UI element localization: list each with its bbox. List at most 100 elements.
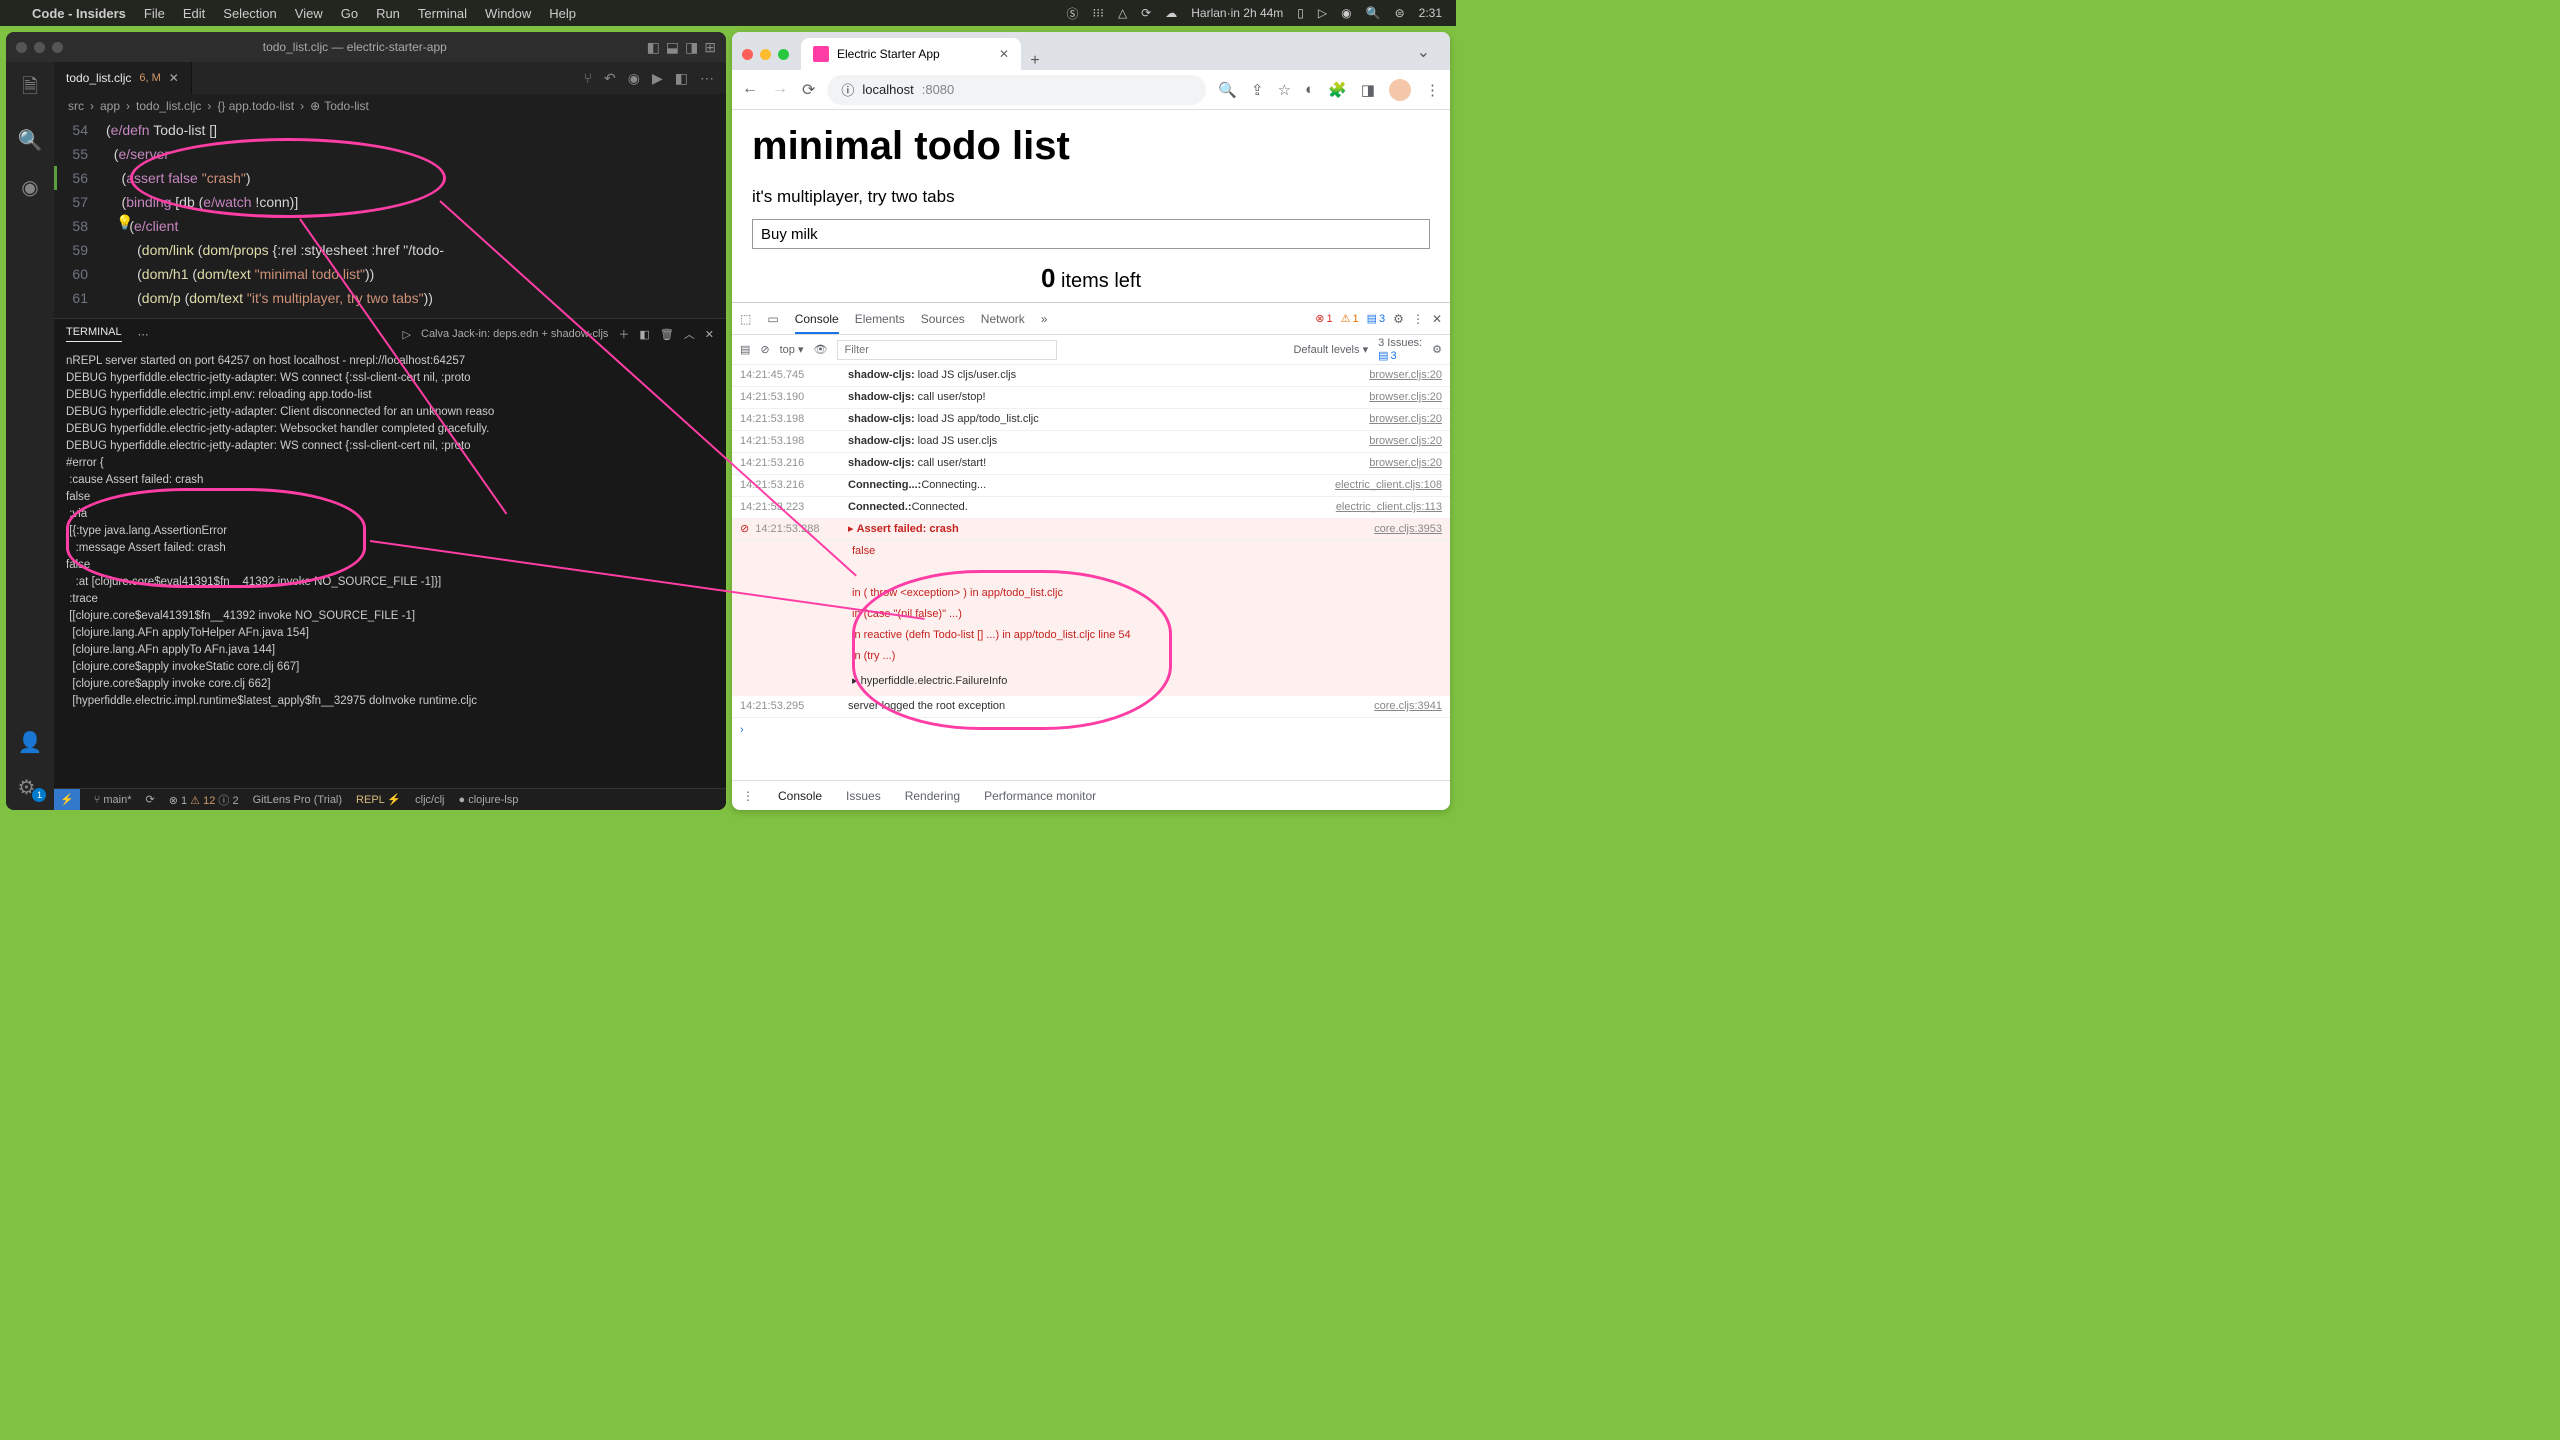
device-icon[interactable]: ▭ bbox=[767, 312, 778, 326]
devtools-menu-icon[interactable]: ⋮ bbox=[1412, 312, 1424, 326]
todo-input[interactable] bbox=[752, 219, 1430, 249]
run-icon[interactable]: ▶ bbox=[652, 70, 663, 87]
frontmost-app[interactable]: Code - Insiders bbox=[32, 6, 126, 21]
new-tab-button[interactable]: + bbox=[1021, 52, 1049, 70]
window-close-icon[interactable] bbox=[16, 42, 27, 53]
terminal-tab[interactable]: TERMINAL bbox=[66, 326, 122, 342]
calva-icon[interactable]: ◉ bbox=[21, 175, 38, 200]
profile-avatar[interactable] bbox=[1389, 79, 1411, 101]
devtools-settings-icon[interactable]: ⚙ bbox=[1393, 312, 1404, 326]
panel-left-icon[interactable]: ◧ bbox=[647, 39, 660, 56]
expand-tabs-icon[interactable]: ⌄ bbox=[1417, 42, 1440, 70]
share-icon[interactable]: ⇪ bbox=[1251, 81, 1264, 99]
panel-right-icon[interactable]: ◨ bbox=[685, 39, 698, 56]
chrome-menu-icon[interactable]: ⋮ bbox=[1425, 81, 1440, 99]
sidebar-toggle-icon[interactable]: ▤ bbox=[740, 343, 750, 356]
console-settings-icon[interactable]: ⚙ bbox=[1432, 343, 1442, 356]
menu-terminal[interactable]: Terminal bbox=[418, 6, 467, 21]
lightbulb-icon[interactable]: 💡 bbox=[116, 214, 133, 231]
terminal-more-icon[interactable]: ⋯ bbox=[138, 328, 149, 341]
console-filter-input[interactable] bbox=[837, 340, 1057, 360]
menubar-calendar-icon[interactable]: ▯ bbox=[1297, 6, 1304, 20]
menu-help[interactable]: Help bbox=[549, 6, 576, 21]
explorer-icon[interactable]: 🗎 bbox=[22, 72, 38, 106]
file-type[interactable]: cljc/clj bbox=[415, 794, 444, 806]
remote-indicator[interactable]: ⚡ bbox=[54, 789, 80, 810]
zoom-icon[interactable]: 🔍 bbox=[1218, 81, 1237, 99]
info-count-badge[interactable]: ▤ 3 bbox=[1367, 312, 1386, 325]
more-tabs-icon[interactable]: » bbox=[1041, 312, 1048, 326]
live-expression-icon[interactable]: 👁 bbox=[814, 343, 828, 356]
problems[interactable]: ⊗ 1 ⚠ 12 ⓘ 2 bbox=[169, 792, 239, 808]
forward-button[interactable]: → bbox=[772, 80, 788, 100]
menubar-skype-icon[interactable]: Ⓢ bbox=[1066, 5, 1078, 22]
breadcrumb[interactable]: src › app › todo_list.cljc › {} app.todo… bbox=[54, 94, 726, 118]
close-tab-icon[interactable]: ✕ bbox=[169, 71, 179, 85]
error-count-badge[interactable]: ⊗ 1 bbox=[1315, 312, 1332, 325]
site-info-icon[interactable]: ⓘ bbox=[841, 80, 854, 99]
menu-run[interactable]: Run bbox=[376, 6, 400, 21]
issues-link[interactable]: 3 Issues: ▤ 3 bbox=[1378, 337, 1422, 362]
git-branch[interactable]: ⑂ main* bbox=[94, 794, 132, 806]
menu-window[interactable]: Window bbox=[485, 6, 531, 21]
repl-connect-icon[interactable]: ◉ bbox=[628, 70, 640, 87]
warning-count-badge[interactable]: ⚠ 1 bbox=[1341, 312, 1359, 325]
more-icon[interactable]: ⋯ bbox=[700, 70, 714, 87]
terminal-session-name[interactable]: Calva Jack-in: deps.edn + shadow-cljs bbox=[421, 328, 608, 340]
menu-edit[interactable]: Edit bbox=[183, 6, 205, 21]
window-zoom-icon[interactable] bbox=[778, 49, 789, 60]
terminal-output[interactable]: nREPL server started on port 64257 on ho… bbox=[54, 349, 726, 714]
editor-tab[interactable]: todo_list.cljc 6, M ✕ bbox=[54, 62, 192, 94]
devtools-close-icon[interactable]: ✕ bbox=[1432, 312, 1442, 326]
new-terminal-icon[interactable]: ＋ bbox=[618, 326, 629, 342]
clear-console-icon[interactable]: ⊘ bbox=[760, 343, 769, 356]
code-editor[interactable]: 💡 54(e/defn Todo-list []55 (e/server56 (… bbox=[54, 118, 726, 318]
close-tab-icon[interactable]: ✕ bbox=[999, 47, 1009, 61]
settings-icon[interactable]: ⚙1 bbox=[18, 775, 43, 800]
window-zoom-icon[interactable] bbox=[52, 42, 63, 53]
drawer-issues[interactable]: Issues bbox=[846, 789, 881, 803]
sync-icon[interactable]: ⟳ bbox=[145, 793, 154, 806]
extension-icon[interactable]: ◐ bbox=[1305, 81, 1314, 98]
drawer-rendering[interactable]: Rendering bbox=[905, 789, 960, 803]
lsp-status[interactable]: ● clojure-lsp bbox=[458, 794, 518, 806]
menubar-search-icon[interactable]: 🔍 bbox=[1366, 6, 1381, 20]
account-icon[interactable]: 👤 bbox=[18, 730, 43, 755]
menubar-sync-icon[interactable]: ⟳ bbox=[1141, 6, 1151, 20]
menubar-dropbox-icon[interactable]: △ bbox=[1118, 6, 1127, 20]
window-minimize-icon[interactable] bbox=[34, 42, 45, 53]
menubar-clock[interactable]: 2:31 bbox=[1419, 6, 1442, 20]
search-icon[interactable]: 🔍 bbox=[18, 128, 43, 153]
tab-console[interactable]: Console bbox=[795, 312, 839, 334]
menubar-record-icon[interactable]: ◉ bbox=[1341, 6, 1351, 20]
back-button[interactable]: ← bbox=[742, 80, 758, 100]
tab-elements[interactable]: Elements bbox=[855, 312, 905, 326]
layout-icon[interactable]: ⊞ bbox=[704, 39, 716, 56]
drawer-console[interactable]: Console bbox=[778, 789, 822, 803]
extensions-icon[interactable]: 🧩 bbox=[1328, 81, 1347, 99]
reload-button[interactable]: ⟳ bbox=[802, 80, 815, 100]
browser-tab[interactable]: Electric Starter App ✕ bbox=[801, 38, 1021, 70]
menubar-cloud-icon[interactable]: ☁ bbox=[1165, 6, 1177, 20]
menubar-user[interactable]: Harlan · in 2h 44m bbox=[1191, 6, 1283, 20]
tab-network[interactable]: Network bbox=[981, 312, 1025, 326]
window-close-icon[interactable] bbox=[742, 49, 753, 60]
panel-bottom-icon[interactable]: ⬓ bbox=[666, 39, 679, 56]
split-icon[interactable]: ◧ bbox=[675, 70, 688, 87]
console-output[interactable]: 14:21:45.745shadow-cljs: load JS cljs/us… bbox=[732, 365, 1450, 780]
gitlens-status[interactable]: GitLens Pro (Trial) bbox=[253, 794, 342, 806]
menu-selection[interactable]: Selection bbox=[223, 6, 276, 21]
log-levels[interactable]: Default levels ▾ bbox=[1293, 343, 1368, 356]
menu-file[interactable]: File bbox=[144, 6, 165, 21]
inspect-icon[interactable]: ⬚ bbox=[740, 312, 751, 326]
menu-go[interactable]: Go bbox=[341, 6, 358, 21]
bookmark-icon[interactable]: ☆ bbox=[1278, 81, 1291, 99]
menubar-grid-icon[interactable]: ⁝⁝⁝ bbox=[1092, 6, 1103, 20]
menubar-play-icon[interactable]: ▷ bbox=[1318, 6, 1327, 20]
kill-terminal-icon[interactable]: 🗑 bbox=[660, 328, 674, 341]
git-compare-icon[interactable]: ⑂ bbox=[584, 70, 592, 87]
repl-status[interactable]: REPL ⚡ bbox=[356, 793, 401, 806]
drawer-menu-icon[interactable]: ⋮ bbox=[742, 789, 754, 803]
drawer-performance[interactable]: Performance monitor bbox=[984, 789, 1096, 803]
menubar-control-center-icon[interactable]: ⊜ bbox=[1395, 6, 1405, 20]
